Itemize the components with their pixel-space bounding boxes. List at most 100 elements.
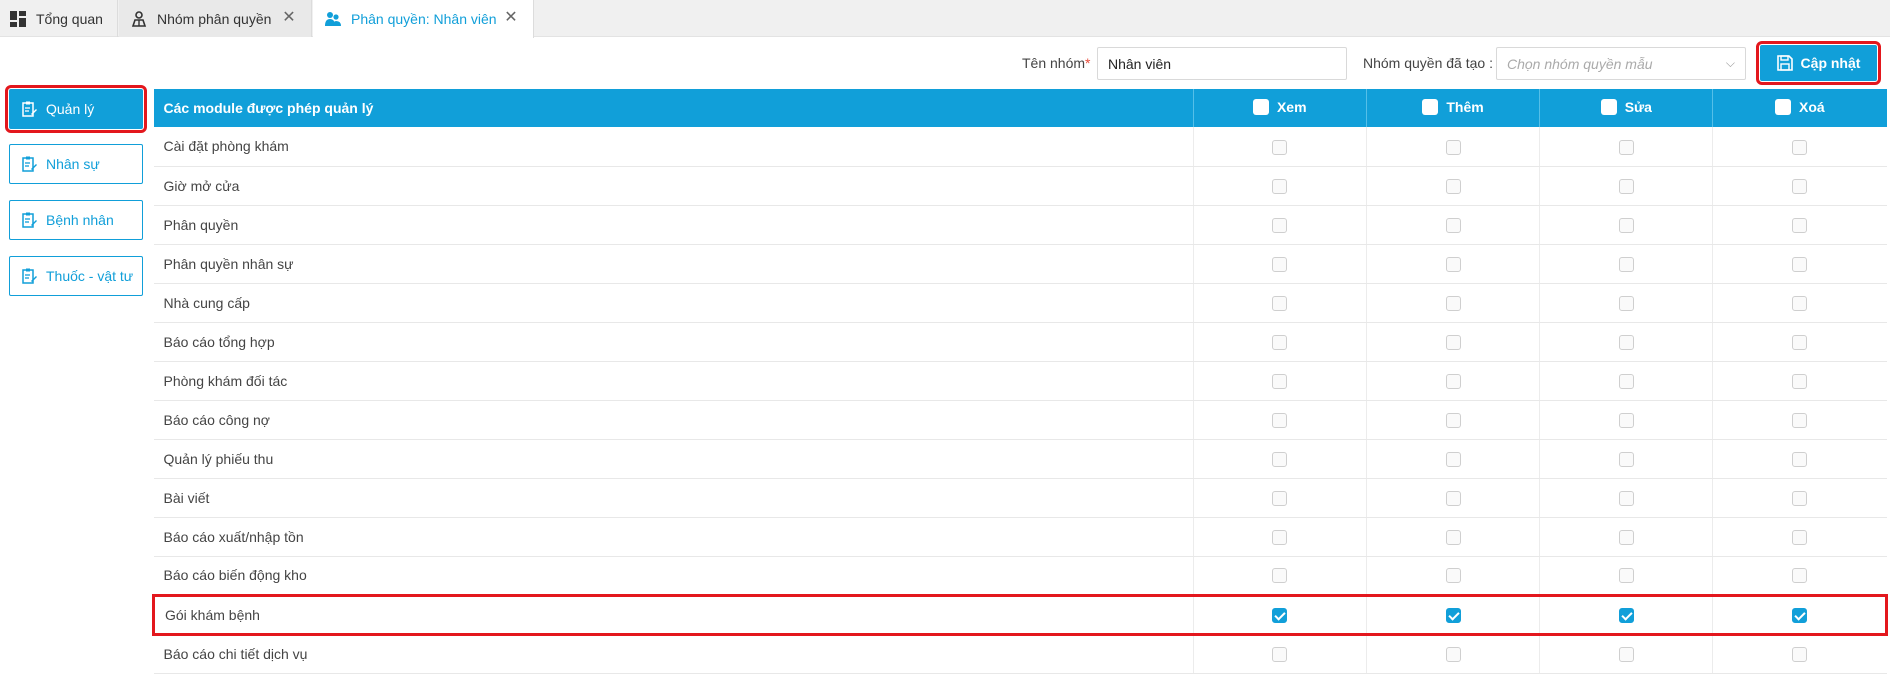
view-checkbox[interactable]: [1272, 647, 1288, 663]
delete-checkbox[interactable]: [1792, 295, 1808, 311]
table-row: Cài đặt phòng khám: [153, 127, 1887, 167]
update-button[interactable]: Cập nhật: [1756, 41, 1881, 85]
edit-checkbox[interactable]: [1618, 490, 1634, 506]
delete-checkbox[interactable]: [1792, 647, 1808, 663]
add-checkbox[interactable]: [1445, 607, 1461, 623]
add-checkbox[interactable]: [1445, 256, 1461, 272]
table-row: Báo cáo công nợ: [153, 400, 1887, 440]
edit-checkbox[interactable]: [1618, 178, 1634, 194]
edit-checkbox[interactable]: [1618, 217, 1634, 233]
cell-view: [1193, 205, 1367, 245]
sidebar-item-medicine-supplies[interactable]: Thuốc - vật tư: [9, 256, 143, 296]
view-checkbox[interactable]: [1272, 256, 1288, 272]
delete-checkbox[interactable]: [1792, 490, 1808, 506]
add-checkbox[interactable]: [1445, 529, 1461, 545]
sidebar-item-management[interactable]: Quản lý: [5, 85, 147, 133]
edit-checkbox[interactable]: [1618, 568, 1634, 584]
delete-checkbox[interactable]: [1792, 529, 1808, 545]
user-group-icon: [131, 10, 147, 27]
table-row: Báo cáo chi tiết dịch vụ: [153, 634, 1887, 674]
tab-overview[interactable]: Tổng quan: [0, 0, 118, 37]
view-checkbox[interactable]: [1272, 529, 1288, 545]
add-checkbox[interactable]: [1445, 490, 1461, 506]
edit-checkbox[interactable]: [1618, 647, 1634, 663]
sidebar-item-patients[interactable]: Bệnh nhân: [9, 200, 143, 240]
cell-edit: [1539, 400, 1714, 440]
close-icon[interactable]: ✕: [503, 10, 519, 26]
group-name-value: Nhân viên: [1108, 55, 1172, 72]
delete-checkbox[interactable]: [1792, 139, 1808, 155]
add-checkbox[interactable]: [1445, 568, 1461, 584]
cell-edit: [1539, 478, 1714, 518]
close-icon[interactable]: ✕: [281, 10, 297, 26]
view-checkbox[interactable]: [1272, 334, 1288, 350]
edit-checkbox[interactable]: [1618, 334, 1634, 350]
group-name-input[interactable]: Nhân viên: [1097, 47, 1347, 80]
cell-view: [1193, 166, 1367, 206]
select-all-edit-checkbox[interactable]: [1600, 98, 1617, 115]
view-checkbox[interactable]: [1272, 295, 1288, 311]
delete-checkbox[interactable]: [1792, 178, 1808, 194]
view-checkbox[interactable]: [1272, 490, 1288, 506]
cell-add: [1366, 322, 1541, 362]
tab-permission-groups[interactable]: Nhóm phân quyền ✕: [119, 0, 312, 37]
view-checkbox[interactable]: [1272, 373, 1288, 389]
module-name: Phân quyền: [153, 205, 1194, 245]
delete-checkbox[interactable]: [1792, 373, 1808, 389]
edit-checkbox[interactable]: [1618, 529, 1634, 545]
add-checkbox[interactable]: [1445, 373, 1461, 389]
view-checkbox[interactable]: [1272, 607, 1288, 623]
select-all-view-checkbox[interactable]: [1252, 98, 1269, 115]
edit-checkbox[interactable]: [1618, 451, 1634, 467]
cell-add: [1366, 439, 1541, 479]
add-checkbox[interactable]: [1445, 295, 1461, 311]
module-name: Cài đặt phòng khám: [153, 127, 1194, 167]
edit-checkbox[interactable]: [1618, 139, 1634, 155]
add-checkbox[interactable]: [1445, 647, 1461, 663]
cell-delete: [1712, 361, 1887, 401]
cell-delete: [1712, 283, 1887, 323]
template-select[interactable]: Chọn nhóm quyền mẫu ⌵: [1496, 47, 1746, 80]
view-checkbox[interactable]: [1272, 178, 1288, 194]
delete-checkbox[interactable]: [1792, 568, 1808, 584]
delete-checkbox[interactable]: [1792, 217, 1808, 233]
delete-checkbox[interactable]: [1792, 334, 1808, 350]
view-checkbox[interactable]: [1272, 139, 1288, 155]
module-name: Quản lý phiếu thu: [153, 439, 1194, 479]
cell-view: [1193, 517, 1367, 557]
add-checkbox[interactable]: [1445, 451, 1461, 467]
cell-view: [1193, 322, 1367, 362]
tab-permission-staff[interactable]: Phân quyền: Nhân viên ✕: [313, 0, 534, 38]
view-checkbox[interactable]: [1272, 568, 1288, 584]
table-row: Bài viết: [153, 478, 1887, 518]
view-checkbox[interactable]: [1272, 217, 1288, 233]
select-all-add-checkbox[interactable]: [1422, 98, 1439, 115]
add-checkbox[interactable]: [1445, 139, 1461, 155]
add-checkbox[interactable]: [1445, 334, 1461, 350]
delete-checkbox[interactable]: [1792, 451, 1808, 467]
view-checkbox[interactable]: [1272, 412, 1288, 428]
add-checkbox[interactable]: [1445, 178, 1461, 194]
add-checkbox[interactable]: [1445, 217, 1461, 233]
delete-checkbox[interactable]: [1792, 412, 1808, 428]
delete-checkbox[interactable]: [1791, 607, 1807, 623]
chevron-down-icon: ⌵: [1725, 56, 1735, 70]
header-add: Thêm: [1366, 89, 1541, 127]
module-name: Nhà cung cấp: [153, 283, 1194, 323]
edit-checkbox[interactable]: [1618, 373, 1634, 389]
template-placeholder: Chọn nhóm quyền mẫu: [1507, 55, 1653, 72]
cell-view: [1193, 593, 1367, 636]
cell-add: [1366, 127, 1541, 167]
view-checkbox[interactable]: [1272, 451, 1288, 467]
edit-checkbox[interactable]: [1618, 412, 1634, 428]
select-all-delete-checkbox[interactable]: [1775, 98, 1791, 115]
sidebar-item-staff[interactable]: Nhân sự: [9, 144, 143, 184]
delete-checkbox[interactable]: [1792, 256, 1808, 272]
edit-checkbox[interactable]: [1618, 295, 1634, 311]
add-checkbox[interactable]: [1445, 412, 1461, 428]
cell-view: [1193, 556, 1367, 596]
edit-checkbox[interactable]: [1618, 256, 1634, 272]
cell-add: [1366, 400, 1541, 440]
edit-checkbox[interactable]: [1618, 607, 1634, 623]
cell-delete: [1712, 244, 1887, 284]
